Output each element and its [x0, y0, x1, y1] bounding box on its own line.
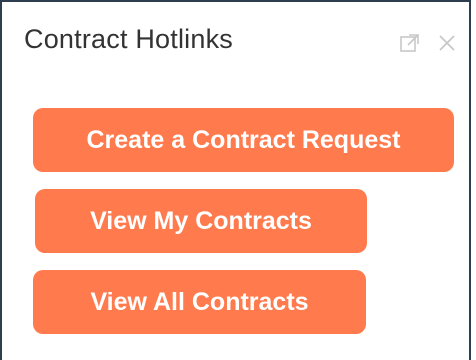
- close-icon[interactable]: [437, 33, 457, 53]
- popout-icon[interactable]: [399, 32, 421, 54]
- view-my-contracts-button[interactable]: View My Contracts: [35, 189, 367, 253]
- view-all-contracts-button[interactable]: View All Contracts: [33, 270, 366, 334]
- contract-hotlinks-widget: Contract Hotlinks Create a Contract Requ…: [0, 0, 471, 360]
- create-contract-request-button[interactable]: Create a Contract Request: [33, 108, 454, 172]
- widget-header-actions: [399, 32, 457, 54]
- widget-title: Contract Hotlinks: [24, 24, 233, 54]
